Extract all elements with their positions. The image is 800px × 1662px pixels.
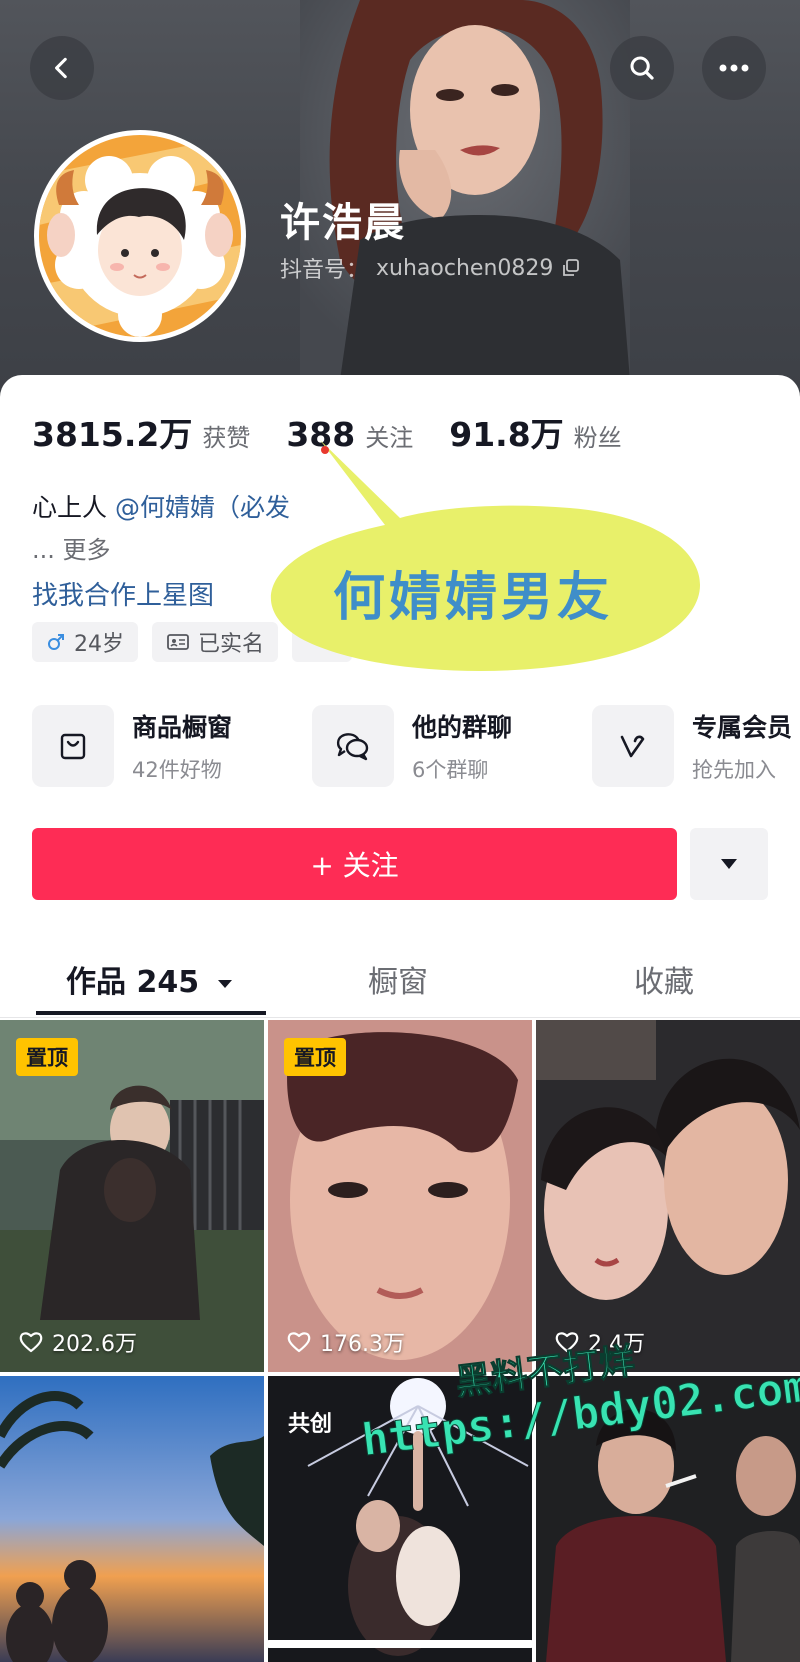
bio-more-link[interactable]: ... 更多 [32,530,111,565]
profile-tabs: 作品 245 橱窗 收藏 [0,945,800,1017]
more-button[interactable] [702,36,766,100]
video-thumbnail[interactable]: 置顶 202.6万 [0,1020,264,1372]
age-text: 24岁 [74,632,124,657]
service-shop-window[interactable]: 商品橱窗 42件好物 [32,705,232,787]
pinned-badge: 置顶 [16,1038,78,1076]
service-title: 他的群聊 [412,713,513,742]
service-subtitle: 抢先加入 [692,758,776,782]
caret-down-icon [721,859,737,869]
service-subtitle: 42件好物 [132,758,222,782]
annotation-bubble [270,440,701,671]
tab-favorites-label: 收藏 [634,965,694,1000]
follow-options-button[interactable] [690,828,768,900]
tab-shop-window[interactable]: 橱窗 [368,957,428,1001]
chevron-left-icon [55,57,67,79]
pinned-badge: 置顶 [284,1038,346,1076]
search-button[interactable] [610,36,674,100]
douyin-id-row[interactable]: 抖音号： xuhaochen0829 [280,252,581,284]
tab-works-label: 作品 245 [66,965,200,1000]
service-membership[interactable]: 专属会员 抢先加入 [592,705,792,787]
tab-shop-label: 橱窗 [368,965,428,1000]
id-card-icon [167,634,189,650]
service-group-chat[interactable]: 他的群聊 6个群聊 [312,705,512,787]
bio-prefix: 心上人 [32,493,108,522]
service-title: 专属会员 [692,713,793,742]
likes-count: 3815.2万 [32,415,193,454]
follow-button[interactable]: + 关注 [32,828,677,900]
copy-icon[interactable] [561,258,581,278]
video-thumbnail[interactable]: 置顶 176.3万 [268,1020,532,1372]
heart-icon [19,1332,43,1353]
video-likes: 202.6万 [18,1326,137,1358]
home-indicator[interactable] [265,1640,535,1648]
annotation-text: 何婧婧男友 [332,568,613,628]
more-horizontal-icon [719,64,749,72]
follow-label: + 关注 [310,849,399,882]
douyin-id-value: xuhaochen0829 [376,255,554,281]
service-subtitle: 6个群聊 [412,758,489,782]
avatar[interactable] [34,130,246,342]
member-v-icon [620,735,645,758]
caret-down-icon [217,979,232,988]
active-tab-indicator [36,1011,266,1015]
nickname: 许浩晨 [280,200,406,246]
service-title: 商品橱窗 [132,713,233,742]
video-cover [0,1376,264,1662]
service-entries: 商品橱窗 42件好物 他的群聊 6个群聊 专属会员 抢先加入 [32,705,800,789]
profile-banner: 许浩晨 抖音号： xuhaochen0829 [0,0,800,420]
tab-favorites[interactable]: 收藏 [634,957,694,1001]
heart-icon [287,1332,311,1353]
co-create-badge: 共创 [288,1412,333,1437]
search-icon [630,56,654,80]
cooperation-link[interactable]: 找我合作上星图 [32,575,214,612]
video-thumbnail[interactable] [0,1376,264,1662]
tab-works[interactable]: 作品 245 [66,957,234,1001]
age-tag: 24岁 [32,622,138,662]
douyin-id-label: 抖音号： [280,258,369,283]
group-chat-icon [336,733,369,761]
avatar-image [39,135,241,337]
male-icon [48,634,64,650]
tabs-divider [0,1017,800,1018]
back-button[interactable] [30,36,94,100]
shopping-bag-icon [60,733,86,760]
video-likes-count: 202.6万 [52,1332,137,1357]
